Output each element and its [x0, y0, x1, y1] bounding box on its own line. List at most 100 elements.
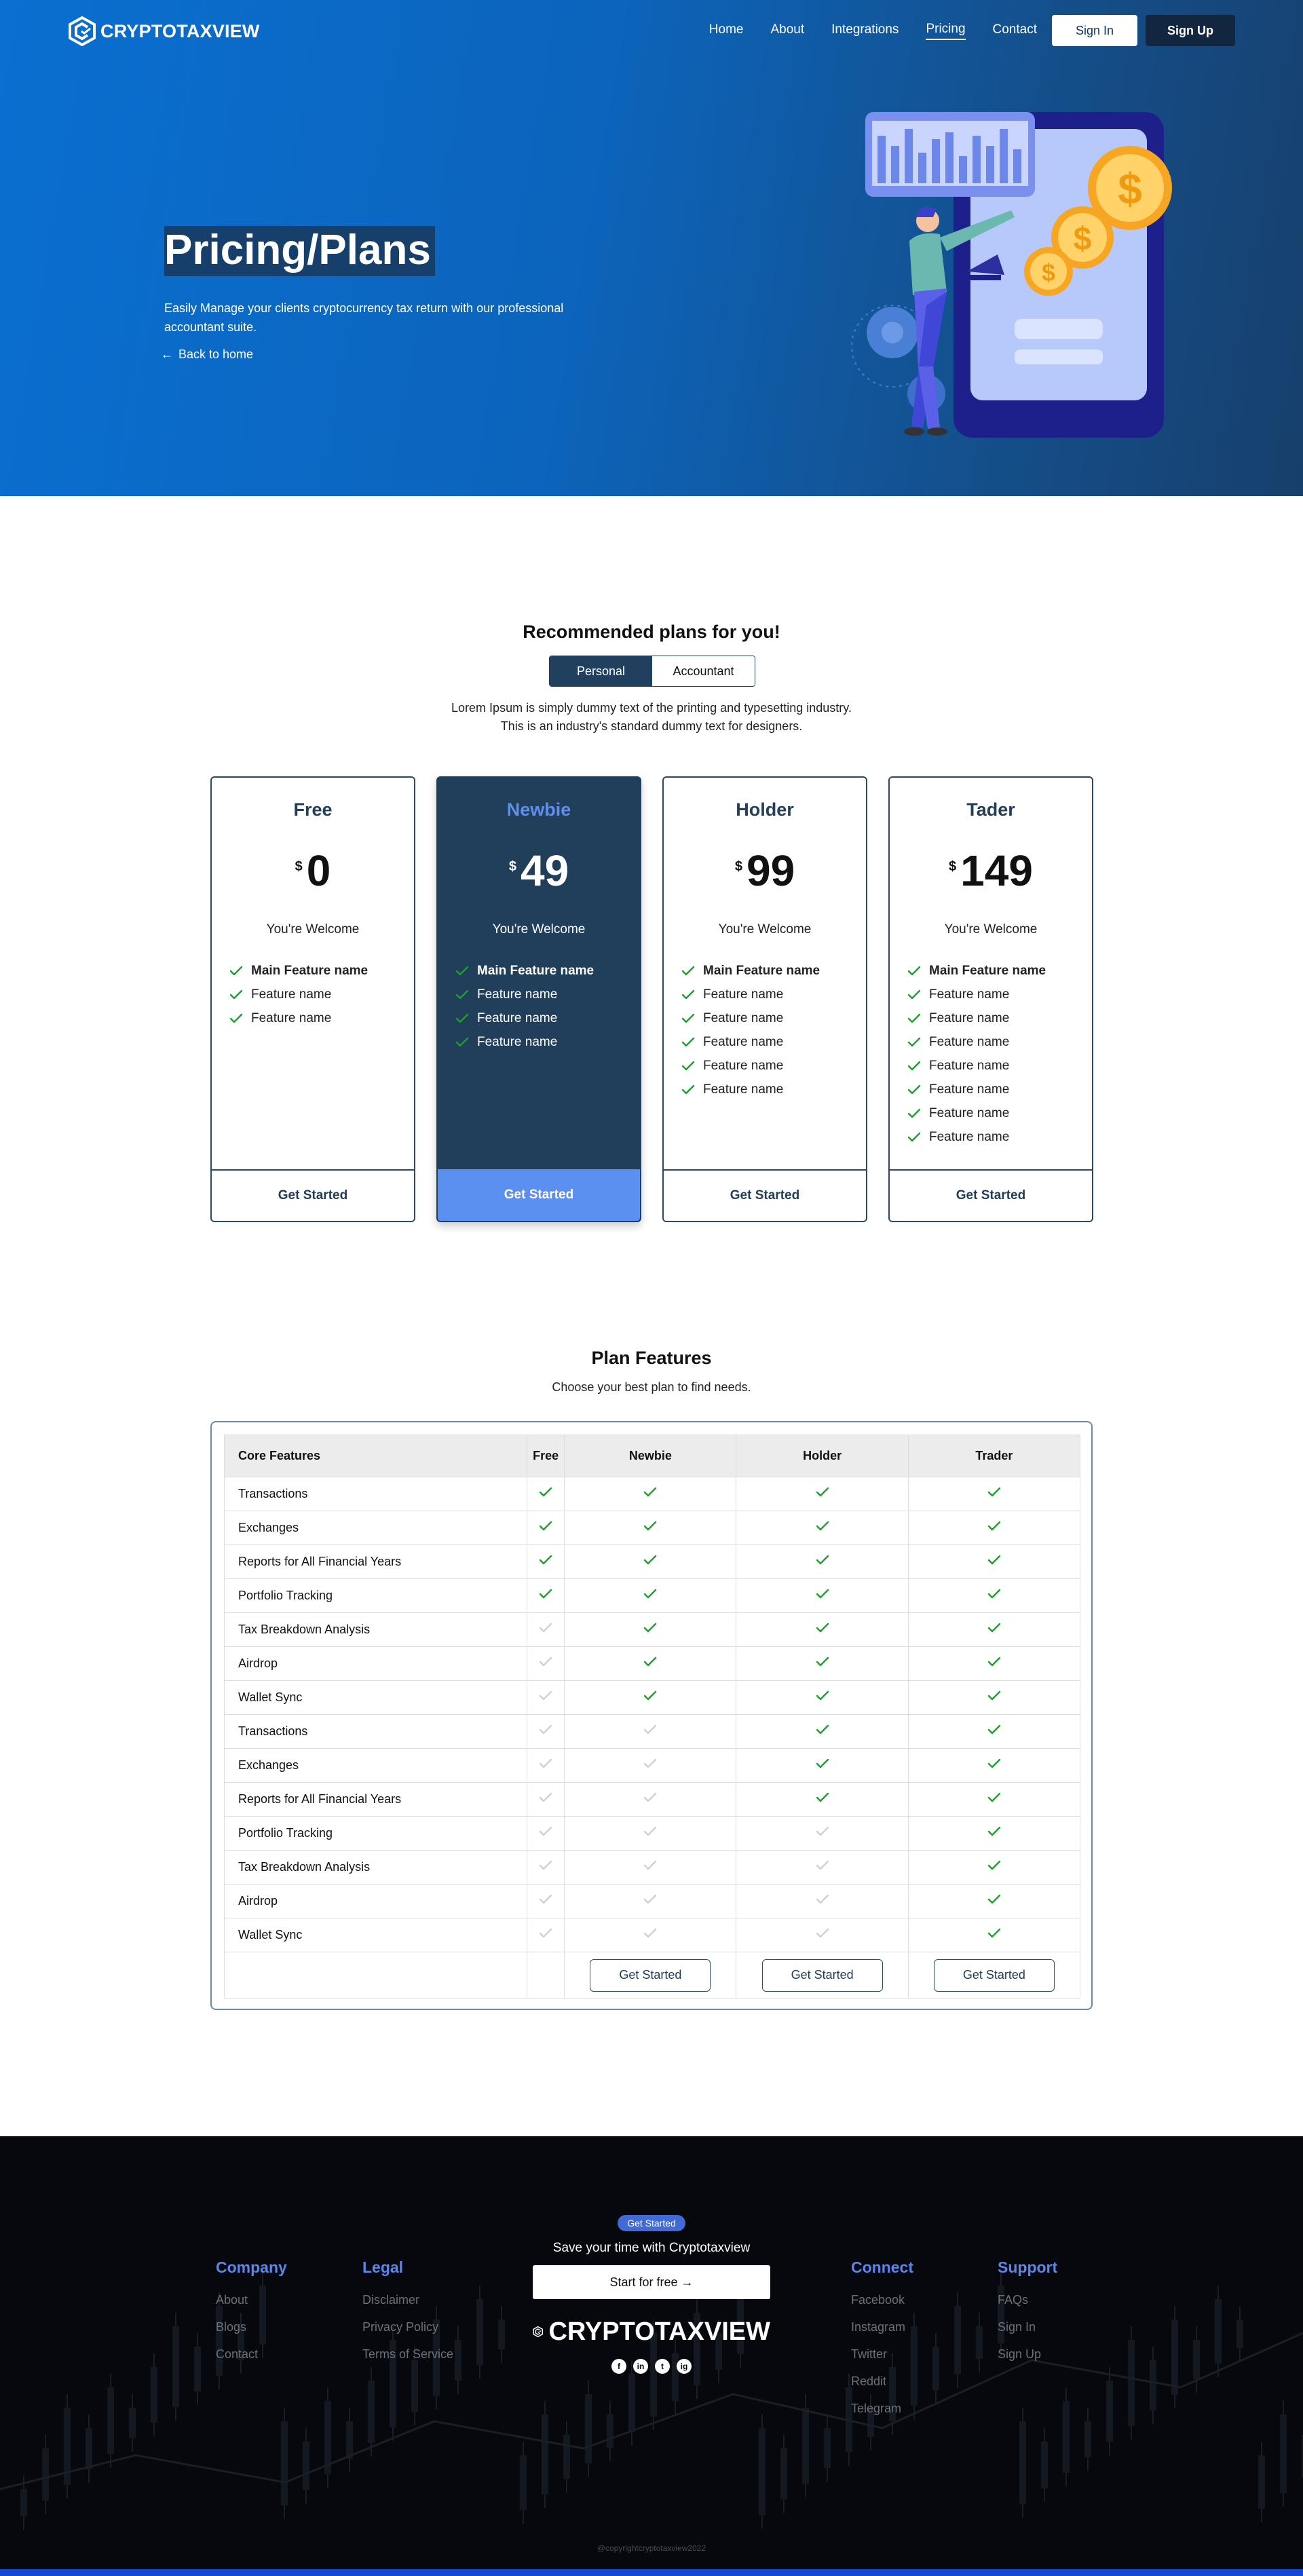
start-for-free-button[interactable]: Start for free →: [533, 2265, 770, 2299]
table-row: Exchanges: [224, 1511, 1081, 1545]
header-free: Free: [526, 1435, 565, 1477]
check-icon: [987, 1894, 1001, 1904]
footer-company-title: Company: [216, 2258, 287, 2276]
check-disabled-icon: [539, 1826, 552, 1836]
footer-link-signin[interactable]: Sign In: [998, 2320, 1057, 2347]
background-candle: [1215, 2299, 1222, 2364]
footer-link-faqs[interactable]: FAQs: [998, 2293, 1057, 2320]
nav-integrations[interactable]: Integrations: [831, 22, 899, 39]
check-icon: [987, 1487, 1001, 1497]
sign-up-button[interactable]: Sign Up: [1146, 15, 1235, 46]
features-table-header: Core Features Free Newbie Holder Trader: [224, 1435, 1081, 1477]
nav-pricing[interactable]: Pricing: [926, 22, 966, 40]
check-disabled-icon: [539, 1758, 552, 1768]
check-disabled-icon: [539, 1792, 552, 1802]
availability-cell: [907, 1918, 1081, 1952]
feature-item: Main Feature name: [229, 959, 368, 983]
background-candle: [281, 2421, 288, 2505]
check-icon: [816, 1690, 829, 1701]
table-row: Wallet Sync: [224, 1680, 1081, 1715]
check-icon: [987, 1690, 1001, 1701]
feature-item: Feature name: [681, 983, 820, 1006]
toggle-personal[interactable]: Personal: [550, 656, 652, 686]
get-started-button[interactable]: Get Started: [890, 1169, 1092, 1221]
footer-link-signup[interactable]: Sign Up: [998, 2347, 1057, 2374]
check-icon: [987, 1928, 1001, 1938]
background-candle: [780, 2448, 787, 2499]
footer-link-facebook[interactable]: Facebook: [851, 2293, 913, 2320]
currency-symbol: $: [949, 859, 957, 874]
footer-link-about[interactable]: About: [216, 2293, 287, 2320]
check-icon: [987, 1758, 1001, 1768]
footer-link-twitter[interactable]: Twitter: [851, 2347, 913, 2374]
check-disabled-icon: [539, 1894, 552, 1904]
back-to-home-link[interactable]: ← Back to home: [161, 347, 253, 362]
get-started-badge[interactable]: Get Started: [618, 2215, 685, 2231]
footer-link-instagram[interactable]: Instagram: [851, 2320, 913, 2347]
availability-cell: [564, 1511, 737, 1545]
plan-card-holder: Holder $99 You're Welcome Main Feature name…: [662, 776, 867, 1222]
plan-card-free: Free $0 You're Welcome Main Feature name Fea…: [210, 776, 415, 1222]
availability-cell: [907, 1816, 1081, 1851]
get-started-button[interactable]: Get Started: [761, 1958, 883, 1992]
price-value: 149: [960, 846, 1033, 895]
plan-price: $149: [890, 846, 1092, 896]
background-candle: [194, 2347, 201, 2391]
footer-link-contact[interactable]: Contact: [216, 2347, 287, 2374]
feature-label: Feature name: [929, 1010, 1010, 1025]
feature-item: Feature name: [455, 1006, 594, 1030]
check-disabled-icon: [816, 1928, 829, 1938]
feature-label: Feature name: [703, 987, 784, 1002]
feature-label: Main Feature name: [703, 963, 820, 978]
plan-price: $0: [212, 846, 414, 896]
nav-about[interactable]: About: [770, 22, 804, 39]
check-icon: [987, 1724, 1001, 1735]
availability-cell: [736, 1782, 909, 1817]
twitter-icon[interactable]: t: [655, 2359, 670, 2374]
availability-cell: [907, 1850, 1081, 1884]
features-table: Core Features Free Newbie Holder Trader …: [224, 1435, 1081, 1999]
feature-item: Feature name: [681, 1054, 820, 1078]
feature-item: Feature name: [907, 1101, 1046, 1125]
instagram-icon[interactable]: ig: [677, 2359, 692, 2374]
nav-contact[interactable]: Contact: [993, 22, 1037, 39]
feature-label: Main Feature name: [251, 963, 369, 978]
background-candle: [368, 2381, 375, 2443]
toggle-accountant[interactable]: Accountant: [652, 656, 755, 686]
brand-logo[interactable]: CRYPTOTAXVIEW: [68, 16, 260, 46]
background-candle: [759, 2428, 766, 2515]
get-started-button[interactable]: Get Started: [590, 1958, 711, 1992]
nav-home[interactable]: Home: [709, 22, 744, 39]
footer-link-blogs[interactable]: Blogs: [216, 2320, 287, 2347]
background-candle: [303, 2442, 309, 2490]
check-icon: [455, 966, 469, 975]
get-started-button[interactable]: Get Started: [664, 1169, 866, 1221]
get-started-button[interactable]: Get Started: [438, 1169, 640, 1221]
get-started-button[interactable]: Get Started: [933, 1958, 1055, 1992]
footer-logo[interactable]: CRYPTOTAXVIEW: [533, 2313, 770, 2351]
plan-tagline: You're Welcome: [944, 922, 1038, 936]
sign-in-button[interactable]: Sign In: [1052, 15, 1137, 46]
footer-link-terms[interactable]: Terms of Service: [362, 2347, 453, 2374]
footer-legal-column: Legal Disclaimer Privacy Policy Terms of…: [362, 2258, 453, 2374]
get-started-button[interactable]: Get Started: [212, 1169, 414, 1221]
availability-cell: [526, 1646, 565, 1681]
footer-link-privacy[interactable]: Privacy Policy: [362, 2320, 453, 2347]
footer-link-disclaimer[interactable]: Disclaimer: [362, 2293, 453, 2320]
feature-name-cell: Airdrop: [224, 1884, 527, 1918]
feature-item: Feature name: [229, 1006, 368, 1030]
background-candle: [498, 2319, 505, 2349]
background-candle: [151, 2367, 157, 2423]
header-newbie: Newbie: [564, 1435, 737, 1477]
availability-cell: [907, 1680, 1081, 1715]
footer-link-telegram[interactable]: Telegram: [851, 2402, 913, 2429]
table-cta-row: Get Started Get Started Get Started: [224, 1952, 1081, 1999]
facebook-icon[interactable]: f: [611, 2359, 626, 2374]
feature-label: Feature name: [477, 1010, 558, 1025]
availability-cell: [526, 1477, 565, 1511]
footer-link-reddit[interactable]: Reddit: [851, 2374, 913, 2402]
availability-cell: [526, 1918, 565, 1952]
feature-name-cell: Portfolio Tracking: [224, 1578, 527, 1613]
availability-cell: [526, 1714, 565, 1749]
linkedin-icon[interactable]: in: [633, 2359, 648, 2374]
